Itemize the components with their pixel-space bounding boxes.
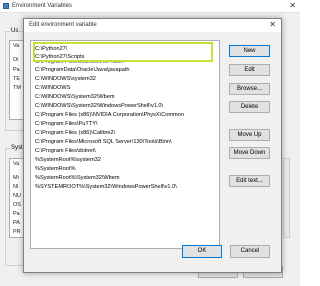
list-item[interactable]: %SystemRoot%\System32\Wbem: [35, 174, 120, 183]
list-item[interactable]: C:\Program Files (x86)\Calibre2\: [35, 129, 115, 138]
edit-text-button[interactable]: Edit text...: [229, 175, 270, 187]
new-button[interactable]: New: [229, 45, 270, 57]
user-group-label: Us: [10, 28, 20, 34]
list-item[interactable]: %SYSTEMROOT%\System32\WindowsPowerShell\…: [35, 183, 177, 192]
list-item[interactable]: C:\WINDOWS\System32\WindowsPowerShell\v1…: [35, 102, 163, 111]
edit-button[interactable]: Edit: [229, 64, 270, 76]
highlight-outline: [33, 42, 213, 62]
list-item[interactable]: C:\Program Files\Microsoft SQL Server\13…: [35, 138, 172, 147]
list-item[interactable]: Oi: [13, 57, 19, 64]
list-item[interactable]: Pa: [13, 67, 20, 74]
close-icon[interactable]: ✕: [269, 20, 276, 29]
list-item[interactable]: NU: [13, 193, 21, 200]
list-item[interactable]: Va: [13, 161, 19, 168]
close-icon[interactable]: ✕: [289, 1, 296, 10]
list-item[interactable]: %SystemRoot%: [35, 165, 75, 174]
delete-button[interactable]: Delete: [229, 101, 270, 113]
dialog-title: Edit environment variable: [29, 22, 97, 28]
browse-button[interactable]: Browse...: [229, 83, 270, 95]
path-entries-list[interactable]: C:\Python27\ C:\Python27\Scripts C:\Prog…: [30, 40, 220, 249]
list-item[interactable]: TM: [13, 85, 21, 92]
list-item[interactable]: C:\WINDOWS\System32\Wbem: [35, 93, 115, 102]
ok-button[interactable]: OK: [182, 245, 222, 258]
cancel-button[interactable]: Cancel: [230, 245, 270, 258]
list-item[interactable]: OS: [13, 202, 21, 209]
edit-environment-variable-dialog: Edit environment variable ✕ C:\Python27\…: [23, 18, 282, 273]
move-down-button[interactable]: Move Down: [229, 147, 270, 159]
list-item[interactable]: C:\ProgramData\Oracle\Java\javapath: [35, 66, 130, 75]
dialog-titlebar: Edit environment variable ✕: [24, 19, 281, 32]
list-item[interactable]: C:\Program Files (x86)\NVIDIA Corporatio…: [35, 111, 184, 120]
list-item[interactable]: TE: [13, 76, 20, 83]
env-vars-title: Environment Variables: [12, 3, 72, 9]
list-item[interactable]: C:\WINDOWS\system32: [35, 75, 96, 84]
list-item[interactable]: C:\Program Files\dotnet\: [35, 147, 96, 156]
list-item[interactable]: C:\WINDOWS: [35, 84, 70, 93]
system-list-scrollbar[interactable]: [283, 158, 290, 238]
list-item[interactable]: PA: [13, 220, 20, 227]
list-item[interactable]: Mi: [13, 175, 19, 182]
list-item[interactable]: NI: [13, 184, 19, 191]
list-item[interactable]: Va: [13, 43, 19, 50]
list-item[interactable]: PR: [13, 229, 21, 236]
list-item[interactable]: Pa: [13, 211, 20, 218]
list-item[interactable]: C:\Program Files\PuTTY\: [35, 120, 97, 129]
env-vars-titlebar: Environment Variables ✕: [0, 0, 300, 13]
window-icon: [3, 3, 9, 9]
move-up-button[interactable]: Move Up: [229, 129, 270, 141]
list-item[interactable]: %SystemRoot%\system32: [35, 156, 101, 165]
